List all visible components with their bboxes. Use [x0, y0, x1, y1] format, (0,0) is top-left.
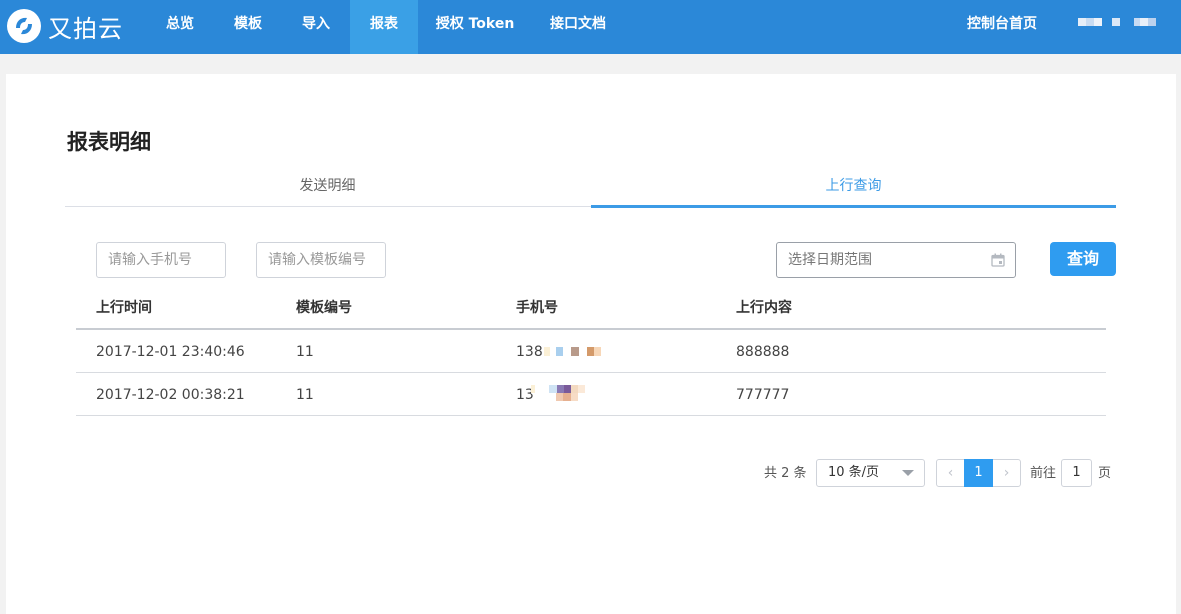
caret-down-icon [902, 470, 914, 476]
tab-uplink-query[interactable]: 上行查询 [591, 172, 1116, 206]
user-account-menu[interactable] [1078, 18, 1156, 27]
nav-item-auth-token[interactable]: 授权 Token [430, 0, 520, 48]
nav-item-api-docs[interactable]: 接口文档 [542, 0, 614, 48]
report-tabs: 发送明细 上行查询 [65, 172, 1116, 208]
top-navigation-bar: 又拍云 总览 模板 导入 报表 授权 Token 接口文档 控制台首页 [0, 0, 1181, 54]
page-jump-input[interactable]: 1 [1061, 459, 1092, 487]
page-size-select[interactable]: 10 条/页 [816, 459, 925, 487]
date-range-placeholder: 选择日期范围 [788, 252, 872, 268]
cell-uplink-time: 2017-12-02 00:38:21 [96, 387, 245, 403]
active-tab-indicator [591, 205, 1116, 208]
phone-number-input[interactable] [96, 242, 226, 278]
column-header-uplink-time: 上行时间 [96, 300, 152, 316]
nav-item-reports[interactable]: 报表 [350, 0, 418, 54]
brand-name: 又拍云 [48, 14, 123, 43]
date-range-picker[interactable]: 选择日期范围 [776, 242, 1016, 278]
uplink-table: 上行时间 模板编号 手机号 上行内容 2017-12-01 23:40:46 1… [76, 288, 1106, 416]
phone-mosaic [544, 347, 601, 356]
nav-item-import[interactable]: 导入 [286, 0, 346, 48]
pagination-pager: ‹ 1 › [936, 459, 1021, 487]
phone-mosaic [531, 385, 585, 401]
nav-item-overview[interactable]: 总览 [150, 0, 210, 48]
table-row: 2017-12-02 00:38:21 11 13 777777 [76, 373, 1106, 416]
cell-phone: 138 [516, 344, 543, 360]
cell-template-id: 11 [296, 344, 314, 360]
chevron-left-icon[interactable]: ‹ [937, 460, 964, 486]
page-title: 报表明细 [67, 130, 151, 154]
tab-send-details[interactable]: 发送明细 [65, 172, 590, 206]
search-button[interactable]: 查询 [1050, 242, 1116, 276]
cell-content: 777777 [736, 387, 790, 403]
pagination-goto-label: 前往 [1030, 466, 1057, 481]
cell-content: 888888 [736, 344, 790, 360]
page-number-current[interactable]: 1 [964, 459, 993, 487]
cell-uplink-time: 2017-12-01 23:40:46 [96, 344, 245, 360]
nav-item-templates[interactable]: 模板 [218, 0, 278, 48]
table-row: 2017-12-01 23:40:46 11 138 888888 [76, 330, 1106, 373]
table-header: 上行时间 模板编号 手机号 上行内容 [76, 288, 1106, 330]
template-id-input[interactable] [256, 242, 386, 278]
pagination-page-unit: 页 [1098, 466, 1112, 481]
column-header-phone: 手机号 [516, 300, 558, 316]
report-panel: 报表明细 发送明细 上行查询 选择日期范围 查询 上行时间 模板编号 手机号 上… [6, 74, 1176, 614]
column-header-template-id: 模板编号 [296, 300, 352, 316]
column-header-content: 上行内容 [736, 300, 792, 316]
cell-template-id: 11 [296, 387, 314, 403]
calendar-icon [991, 253, 1005, 267]
console-home-link[interactable]: 控制台首页 [967, 0, 1037, 48]
brand-logo[interactable]: 又拍云 [6, 6, 123, 46]
page-size-value: 10 条/页 [828, 465, 880, 480]
chevron-right-icon[interactable]: › [993, 460, 1020, 486]
upyun-logo-icon [7, 9, 41, 43]
pagination-total: 共 2 条 [764, 466, 807, 481]
